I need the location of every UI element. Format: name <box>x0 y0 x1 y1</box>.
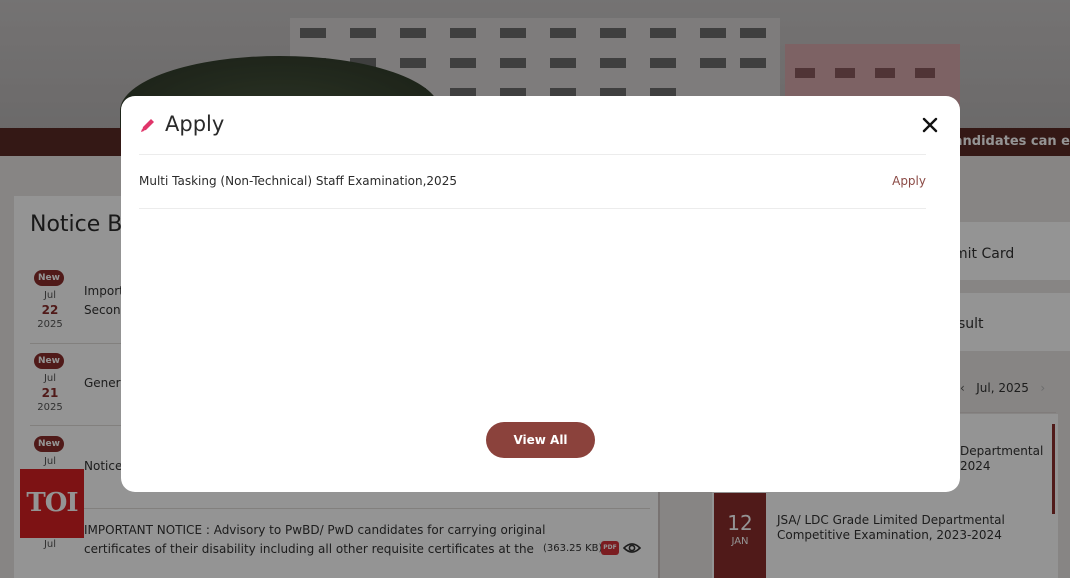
exam-list-item: Multi Tasking (Non-Technical) Staff Exam… <box>139 155 926 208</box>
view-all-button[interactable]: View All <box>486 422 595 458</box>
apply-link[interactable]: Apply <box>892 174 926 188</box>
modal-header: Apply <box>121 96 960 154</box>
exam-name: Multi Tasking (Non-Technical) Staff Exam… <box>139 174 457 188</box>
row-divider <box>139 208 926 209</box>
pencil-icon <box>139 116 157 138</box>
close-icon[interactable] <box>919 114 941 136</box>
modal-title: Apply <box>165 112 225 136</box>
apply-modal: Apply Multi Tasking (Non-Technical) Staf… <box>121 96 960 492</box>
